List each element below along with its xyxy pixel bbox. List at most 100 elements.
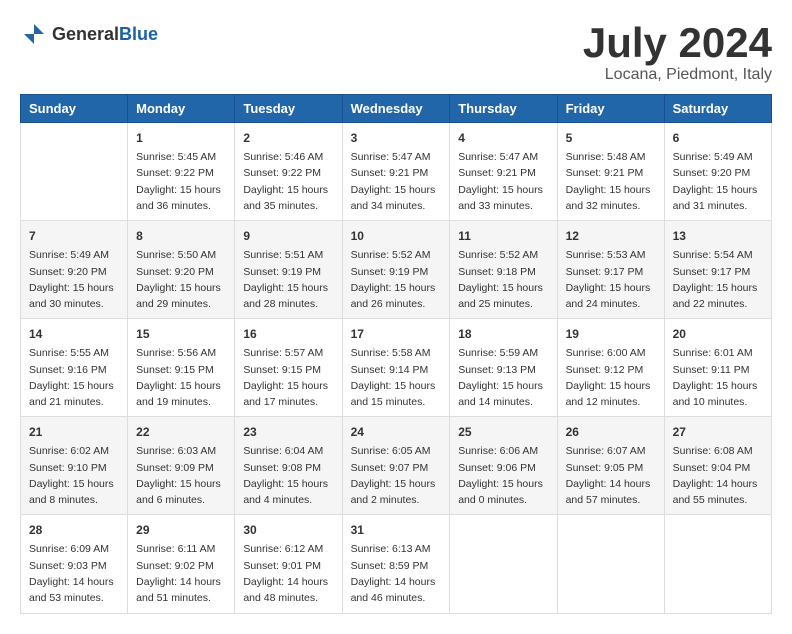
day-number: 11 <box>458 227 548 245</box>
calendar-cell: 16Sunrise: 5:57 AMSunset: 9:15 PMDayligh… <box>235 319 342 417</box>
calendar-cell: 13 Sunrise: 5:54 AMSunset: 9:17 PMDayligh… <box>664 221 771 319</box>
calendar-week-row: 21Sunrise: 6:02 AMSunset: 9:10 PMDayligh… <box>21 417 772 515</box>
calendar-cell <box>21 123 128 221</box>
logo-text-blue: Blue <box>119 24 158 44</box>
calendar-cell: 10 Sunrise: 5:52 AMSunset: 9:19 PMDayligh… <box>342 221 450 319</box>
weekday-header-friday: Friday <box>557 95 664 123</box>
weekday-header-thursday: Thursday <box>450 95 557 123</box>
day-info: Sunrise: 6:04 AMSunset: 9:08 PMDaylight:… <box>243 443 333 508</box>
calendar-cell: 29Sunrise: 6:11 AMSunset: 9:02 PMDayligh… <box>128 515 235 613</box>
day-number: 1 <box>136 129 226 147</box>
day-info: Sunrise: 6:05 AMSunset: 9:07 PMDaylight:… <box>351 443 442 508</box>
day-number: 19 <box>566 325 656 343</box>
day-number: 4 <box>458 129 548 147</box>
day-info: Sunrise: 5:46 AMSunset: 9:22 PMDaylight:… <box>243 149 333 214</box>
day-info: Sunrise: 5:56 AMSunset: 9:15 PMDaylight:… <box>136 345 226 410</box>
day-info: Sunrise: 5:59 AMSunset: 9:13 PMDaylight:… <box>458 345 548 410</box>
day-info: Sunrise: 6:07 AMSunset: 9:05 PMDaylight:… <box>566 443 656 508</box>
calendar-header-row: SundayMondayTuesdayWednesdayThursdayFrid… <box>21 95 772 123</box>
page-header: GeneralBlue July 2024 Locana, Piedmont, … <box>20 20 772 84</box>
calendar-cell: 24 Sunrise: 6:05 AMSunset: 9:07 PMDayligh… <box>342 417 450 515</box>
calendar-cell <box>450 515 557 613</box>
calendar-table: SundayMondayTuesdayWednesdayThursdayFrid… <box>20 94 772 613</box>
day-number: 9 <box>243 227 333 245</box>
calendar-cell: 20 Sunrise: 6:01 AMSunset: 9:11 PMDayligh… <box>664 319 771 417</box>
day-info: Sunrise: 5:51 AMSunset: 9:19 PMDaylight:… <box>243 247 333 312</box>
calendar-cell: 1 Sunrise: 5:45 AMSunset: 9:22 PMDaylight… <box>128 123 235 221</box>
day-number: 7 <box>29 227 119 245</box>
calendar-cell: 15 Sunrise: 5:56 AMSunset: 9:15 PMDayligh… <box>128 319 235 417</box>
calendar-cell: 14 Sunrise: 5:55 AMSunset: 9:16 PMDayligh… <box>21 319 128 417</box>
day-number: 21 <box>29 423 119 441</box>
day-info: Sunrise: 5:48 AMSunset: 9:21 PMDaylight:… <box>566 149 656 214</box>
calendar-cell: 12 Sunrise: 5:53 AMSunset: 9:17 PMDayligh… <box>557 221 664 319</box>
day-number: 18 <box>458 325 548 343</box>
day-info: Sunrise: 5:47 AMSunset: 9:21 PMDaylight:… <box>458 149 548 214</box>
day-number: 28 <box>29 521 119 539</box>
day-info: Sunrise: 5:49 AMSunset: 9:20 PMDaylight:… <box>673 149 763 214</box>
calendar-cell: 4 Sunrise: 5:47 AMSunset: 9:21 PMDaylight… <box>450 123 557 221</box>
calendar-week-row: 14 Sunrise: 5:55 AMSunset: 9:16 PMDayligh… <box>21 319 772 417</box>
day-info: Sunrise: 6:01 AMSunset: 9:11 PMDaylight:… <box>673 345 763 410</box>
calendar-cell: 7Sunrise: 5:49 AMSunset: 9:20 PMDaylight… <box>21 221 128 319</box>
weekday-header-monday: Monday <box>128 95 235 123</box>
day-info: Sunrise: 6:13 AMSunset: 8:59 PMDaylight:… <box>351 541 442 606</box>
day-number: 24 <box>351 423 442 441</box>
day-number: 2 <box>243 129 333 147</box>
calendar-cell: 3Sunrise: 5:47 AMSunset: 9:21 PMDaylight… <box>342 123 450 221</box>
calendar-cell: 5 Sunrise: 5:48 AMSunset: 9:21 PMDaylight… <box>557 123 664 221</box>
calendar-cell: 17Sunrise: 5:58 AMSunset: 9:14 PMDayligh… <box>342 319 450 417</box>
day-number: 5 <box>566 129 656 147</box>
day-number: 6 <box>673 129 763 147</box>
calendar-cell <box>557 515 664 613</box>
day-info: Sunrise: 6:09 AMSunset: 9:03 PMDaylight:… <box>29 541 119 606</box>
logo-icon <box>20 20 48 48</box>
day-info: Sunrise: 5:50 AMSunset: 9:20 PMDaylight:… <box>136 247 226 312</box>
day-number: 8 <box>136 227 226 245</box>
calendar-week-row: 28 Sunrise: 6:09 AMSunset: 9:03 PMDayligh… <box>21 515 772 613</box>
calendar-cell: 25Sunrise: 6:06 AMSunset: 9:06 PMDayligh… <box>450 417 557 515</box>
calendar-cell: 26 Sunrise: 6:07 AMSunset: 9:05 PMDayligh… <box>557 417 664 515</box>
day-number: 12 <box>566 227 656 245</box>
day-number: 15 <box>136 325 226 343</box>
day-number: 25 <box>458 423 548 441</box>
day-info: Sunrise: 6:00 AMSunset: 9:12 PMDaylight:… <box>566 345 656 410</box>
title-block: July 2024 Locana, Piedmont, Italy <box>583 20 772 84</box>
weekday-header-sunday: Sunday <box>21 95 128 123</box>
day-number: 3 <box>351 129 442 147</box>
day-info: Sunrise: 5:52 AMSunset: 9:19 PMDaylight:… <box>351 247 442 312</box>
day-number: 29 <box>136 521 226 539</box>
day-number: 17 <box>351 325 442 343</box>
day-number: 10 <box>351 227 442 245</box>
day-number: 20 <box>673 325 763 343</box>
day-number: 13 <box>673 227 763 245</box>
day-number: 14 <box>29 325 119 343</box>
logo: GeneralBlue <box>20 20 158 48</box>
day-number: 26 <box>566 423 656 441</box>
calendar-cell: 31Sunrise: 6:13 AMSunset: 8:59 PMDayligh… <box>342 515 450 613</box>
calendar-cell: 18 Sunrise: 5:59 AMSunset: 9:13 PMDayligh… <box>450 319 557 417</box>
day-info: Sunrise: 5:53 AMSunset: 9:17 PMDaylight:… <box>566 247 656 312</box>
calendar-cell: 27Sunrise: 6:08 AMSunset: 9:04 PMDayligh… <box>664 417 771 515</box>
day-number: 30 <box>243 521 333 539</box>
day-number: 23 <box>243 423 333 441</box>
month-title: July 2024 <box>583 20 772 66</box>
day-info: Sunrise: 5:45 AMSunset: 9:22 PMDaylight:… <box>136 149 226 214</box>
day-number: 27 <box>673 423 763 441</box>
day-info: Sunrise: 5:54 AMSunset: 9:17 PMDaylight:… <box>673 247 763 312</box>
calendar-cell <box>664 515 771 613</box>
day-number: 22 <box>136 423 226 441</box>
location: Locana, Piedmont, Italy <box>583 66 772 84</box>
calendar-cell: 2 Sunrise: 5:46 AMSunset: 9:22 PMDaylight… <box>235 123 342 221</box>
day-info: Sunrise: 5:55 AMSunset: 9:16 PMDaylight:… <box>29 345 119 410</box>
day-info: Sunrise: 6:03 AMSunset: 9:09 PMDaylight:… <box>136 443 226 508</box>
weekday-header-saturday: Saturday <box>664 95 771 123</box>
calendar-week-row: 1 Sunrise: 5:45 AMSunset: 9:22 PMDaylight… <box>21 123 772 221</box>
weekday-header-wednesday: Wednesday <box>342 95 450 123</box>
weekday-header-tuesday: Tuesday <box>235 95 342 123</box>
calendar-cell: 6 Sunrise: 5:49 AMSunset: 9:20 PMDaylight… <box>664 123 771 221</box>
calendar-cell: 11Sunrise: 5:52 AMSunset: 9:18 PMDayligh… <box>450 221 557 319</box>
calendar-cell: 8 Sunrise: 5:50 AMSunset: 9:20 PMDaylight… <box>128 221 235 319</box>
day-number: 16 <box>243 325 333 343</box>
calendar-cell: 21Sunrise: 6:02 AMSunset: 9:10 PMDayligh… <box>21 417 128 515</box>
